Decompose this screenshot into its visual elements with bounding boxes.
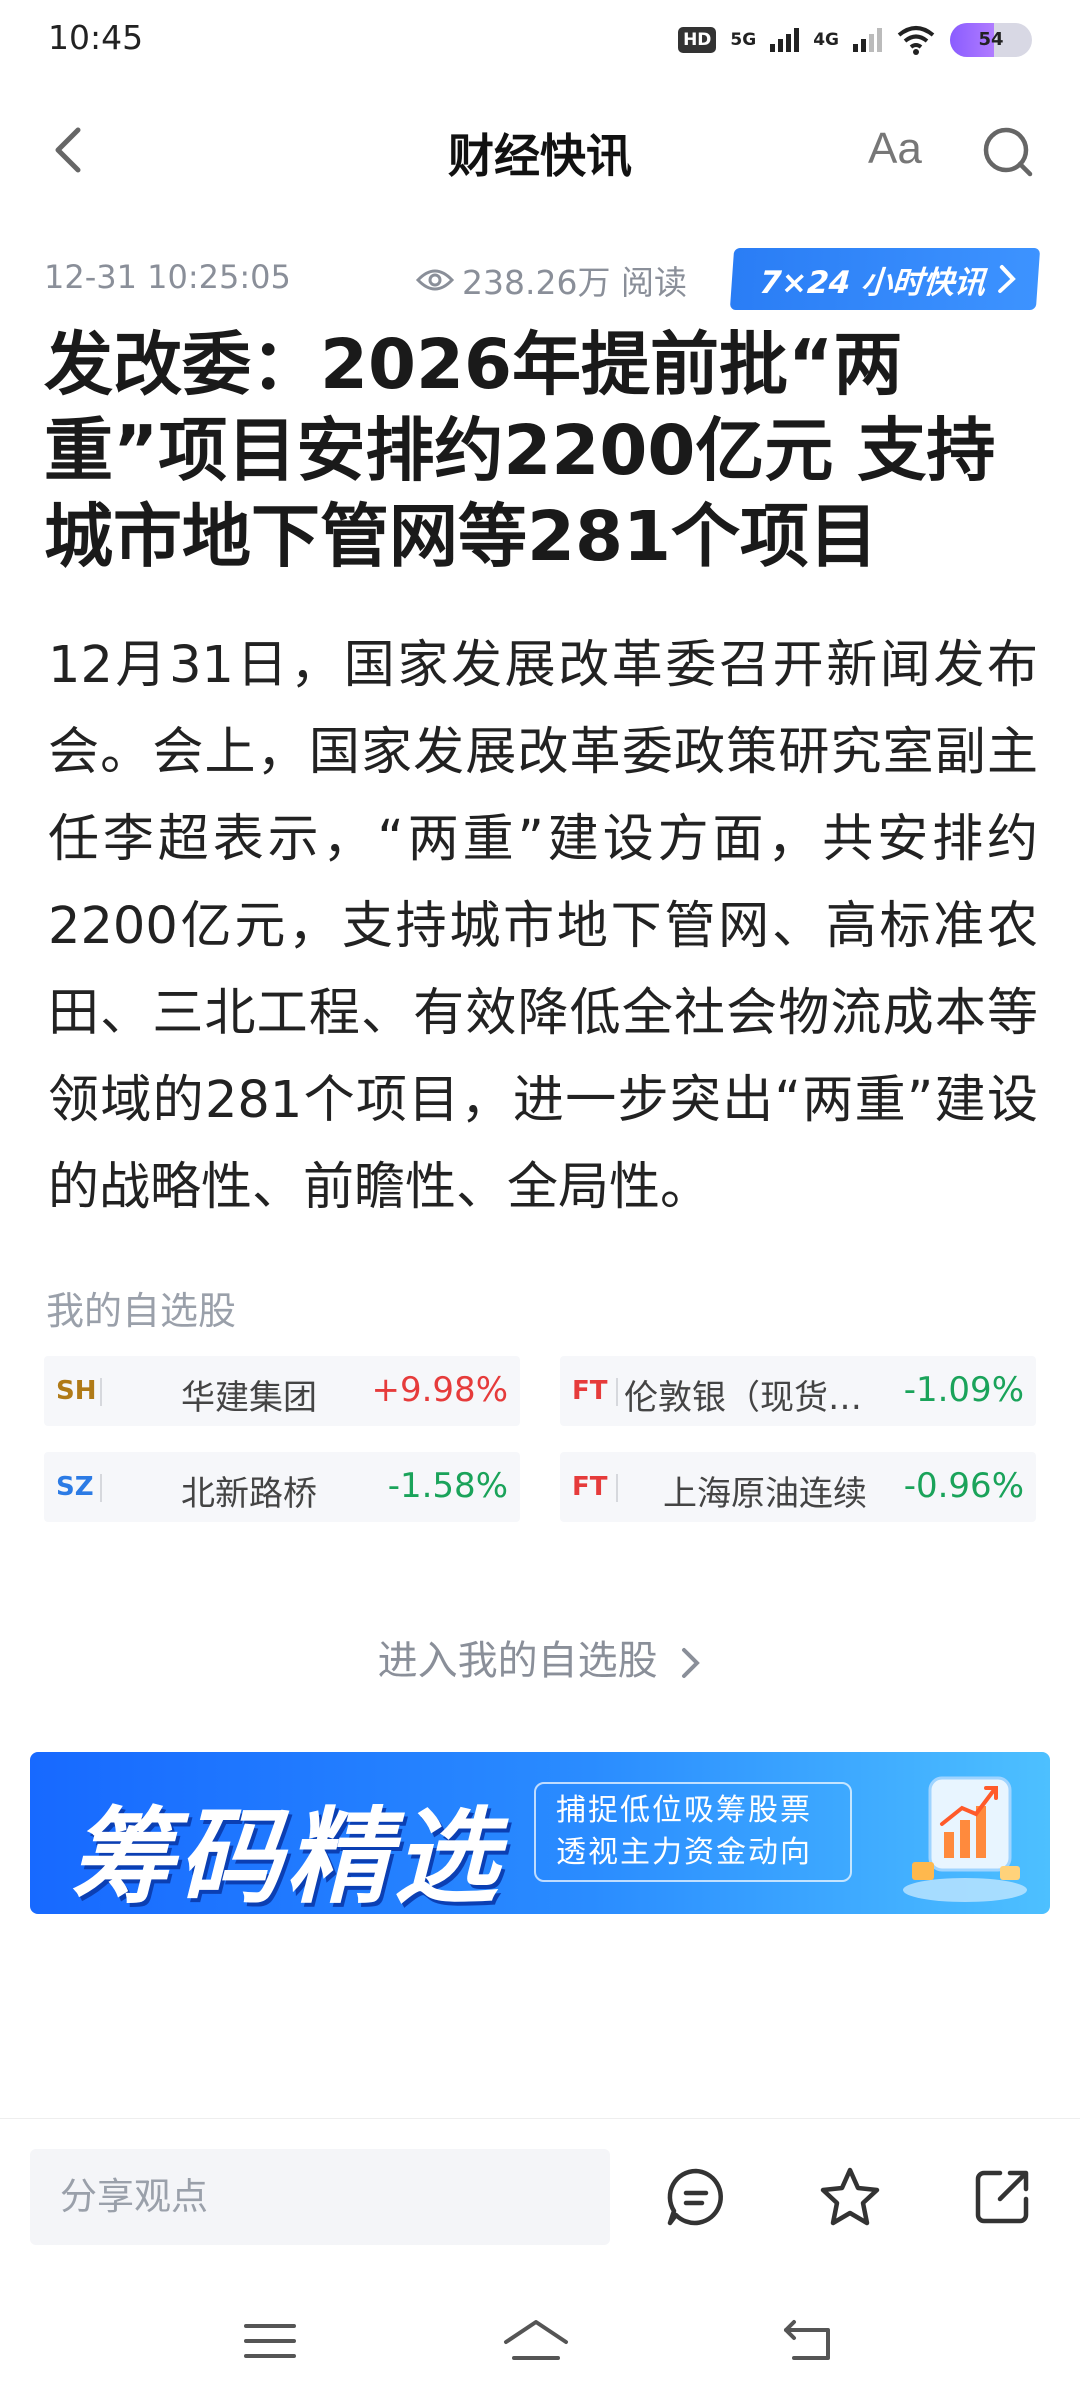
network-5g-label: 5G — [730, 29, 757, 50]
promo-banner[interactable]: 筹码精选 捕捉低位吸筹股票 透视主力资金动向 — [30, 1752, 1050, 1914]
hd-icon: HD — [678, 27, 717, 53]
chevron-right-icon — [998, 265, 1016, 293]
view-count-text: 238.26万 阅读 — [462, 263, 687, 302]
share-opinion-input[interactable]: 分享观点 — [30, 2149, 610, 2245]
enter-watchlist-label: 进入我的自选股 — [377, 1638, 658, 1684]
banner-subtitle-box: 捕捉低位吸筹股票 透视主力资金动向 — [534, 1782, 852, 1882]
font-size-button[interactable]: Aa — [868, 124, 922, 174]
view-count: 238.26万 阅读 — [416, 256, 687, 304]
share-icon[interactable] — [970, 2165, 1034, 2229]
publish-datetime: 12-31 10:25:05 — [44, 258, 291, 296]
signal-icon — [770, 28, 800, 52]
market-tag: SH — [56, 1376, 97, 1406]
back-icon[interactable] — [780, 2316, 840, 2366]
battery-icon: 54 — [950, 23, 1032, 57]
stock-name: 北新路桥 — [181, 1474, 317, 1514]
banner-subtitle-line1: 捕捉低位吸筹股票 — [556, 1793, 812, 1828]
market-tag: FT — [572, 1376, 608, 1406]
watchlist-stock-item[interactable]: FT 伦敦银（现货白… -1.09% — [560, 1356, 1036, 1426]
watchlist-title: 我的自选股 — [46, 1289, 237, 1333]
stock-name: 华建集团 — [181, 1378, 317, 1418]
market-tag: SZ — [56, 1472, 94, 1502]
comment-icon[interactable] — [664, 2165, 728, 2229]
stock-change: -1.58% — [387, 1466, 508, 1506]
status-time: 10:45 — [48, 18, 144, 57]
banner-title: 筹码精选 — [70, 1796, 503, 1914]
divider — [100, 1378, 102, 1406]
star-icon[interactable] — [818, 2165, 882, 2229]
status-icons: HD 5G 4G 54 — [678, 20, 1032, 60]
divider — [616, 1378, 618, 1406]
status-bar: 10:45 HD 5G 4G 54 — [0, 0, 1080, 80]
market-tag: FT — [572, 1472, 608, 1502]
stock-change: -1.09% — [903, 1370, 1024, 1410]
system-navigation-bar — [0, 2280, 1080, 2400]
search-icon[interactable] — [980, 124, 1036, 180]
stock-name: 上海原油连续 — [663, 1474, 867, 1514]
home-icon[interactable] — [500, 2316, 572, 2366]
network-4g-label: 4G — [813, 29, 839, 50]
banner-subtitle-line2: 透视主力资金动向 — [556, 1835, 812, 1870]
stock-name: 伦敦银（现货白… — [624, 1378, 874, 1418]
article-headline: 发改委：2026年提前批“两重”项目安排约2200亿元 支持城市地下管网等281… — [44, 325, 996, 577]
enter-watchlist-link[interactable]: 进入我的自选股 — [0, 1628, 1080, 1686]
divider — [100, 1474, 102, 1502]
battery-level: 54 — [978, 29, 1004, 50]
stock-change: +9.98% — [371, 1370, 509, 1410]
divider — [616, 1474, 618, 1502]
live-news-badge[interactable]: 7×24 小时快讯 — [729, 248, 1041, 310]
menu-icon[interactable] — [240, 2316, 300, 2366]
watchlist-stock-item[interactable]: FT 上海原油连续 -0.96% — [560, 1452, 1036, 1522]
watchlist-stock-item[interactable]: SZ 北新路桥 -1.58% — [44, 1452, 520, 1522]
wifi-icon — [897, 26, 935, 55]
eye-icon — [416, 269, 454, 291]
chart-illustration-icon — [903, 1776, 1027, 1902]
top-nav-bar: 财经快讯 Aa — [0, 80, 1080, 220]
signal-icon-2 — [853, 28, 882, 52]
article-body: 12月31日，国家发展改革委召开新闻发布会。会上，国家发展改革委政策研究室副主任… — [48, 636, 1038, 1217]
stock-change: -0.96% — [903, 1466, 1024, 1506]
chevron-right-icon — [682, 1648, 701, 1678]
watchlist-stock-item[interactable]: SH 华建集团 +9.98% — [44, 1356, 520, 1426]
live-news-badge-label: 7×24 小时快讯 — [758, 264, 987, 301]
bottom-action-bar: 分享观点 — [0, 2118, 1080, 2278]
